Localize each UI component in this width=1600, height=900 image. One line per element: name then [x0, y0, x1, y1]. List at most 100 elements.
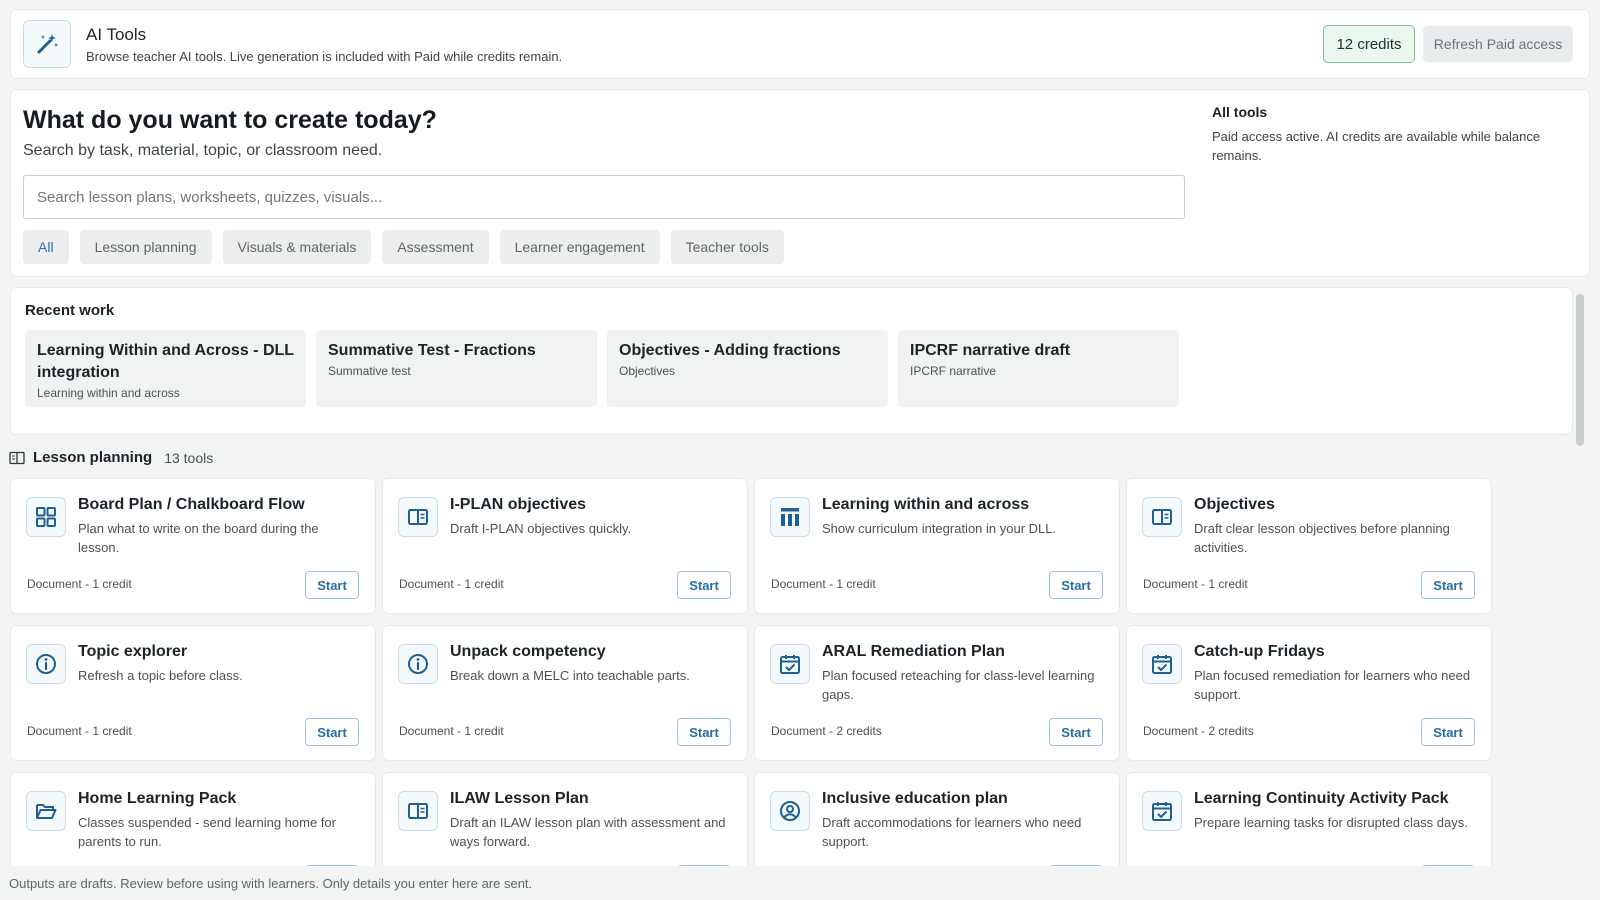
tool-name: ARAL Remediation Plan [822, 643, 1005, 660]
recent-work-item[interactable]: Learning Within and Across - DLL integra… [25, 330, 306, 407]
recent-work-panel: Recent work Learning Within and Across -… [10, 287, 1573, 435]
tool-name: ILAW Lesson Plan [450, 790, 589, 807]
chip-visuals-materials[interactable]: Visuals & materials [222, 230, 372, 264]
tool-card[interactable]: ARAL Remediation Plan Plan focused reteac… [754, 625, 1120, 761]
tool-name: Learning Continuity Activity Pack [1194, 790, 1449, 807]
chip-lesson-planning[interactable]: Lesson planning [79, 230, 212, 264]
book-open-icon [9, 451, 25, 465]
tool-name: Objectives [1194, 496, 1275, 513]
credits-badge: 12 credits [1323, 25, 1415, 63]
tool-description: Classes suspended - send learning home f… [78, 815, 336, 849]
app-header: AI Tools Browse teacher AI tools. Live g… [10, 9, 1590, 79]
search-input[interactable] [23, 175, 1185, 219]
info-icon [398, 644, 438, 684]
tool-name: Home Learning Pack [78, 790, 237, 807]
start-button[interactable]: Start [305, 865, 359, 866]
tool-name: Board Plan / Chalkboard Flow [78, 496, 305, 513]
recent-work-item[interactable]: IPCRF narrative draft IPCRF narrative [898, 330, 1179, 407]
tool-meta: Document - 2 credits [771, 724, 882, 738]
recent-work-title: IPCRF narrative draft [910, 342, 1071, 359]
page-title: What do you want to create today? [23, 106, 437, 134]
recent-work-item[interactable]: Summative Test - Fractions Summative tes… [316, 330, 597, 407]
tool-description: Draft an ILAW lesson plan with assessmen… [450, 815, 726, 849]
tool-card[interactable]: Learning within and across Show curriculu… [754, 478, 1120, 614]
tool-card[interactable]: Inclusive education plan Draft accommodat… [754, 772, 1120, 866]
start-button[interactable]: Start [1049, 718, 1103, 746]
start-button[interactable]: Start [1049, 865, 1103, 866]
book-open-icon [398, 497, 438, 537]
tool-description: Draft accommodations for learners who ne… [822, 815, 1082, 849]
tool-description: Draft I-PLAN objectives quickly. [450, 521, 632, 536]
tool-description: Plan what to write on the board during t… [78, 521, 319, 555]
user-circle-icon [770, 791, 810, 831]
tool-name: Catch-up Fridays [1194, 643, 1325, 660]
tool-meta: Document - 1 credit [399, 577, 504, 591]
tool-name: I-PLAN objectives [450, 496, 587, 513]
calendar-check-icon [770, 644, 810, 684]
calendar-check-icon [1142, 791, 1182, 831]
tool-description: Break down a MELC into teachable parts. [450, 668, 690, 683]
start-button[interactable]: Start [1421, 865, 1475, 866]
tool-description: Show curriculum integration in your DLL. [822, 521, 1057, 536]
chip-all[interactable]: All [23, 230, 69, 264]
start-button[interactable]: Start [677, 571, 731, 599]
refresh-paid-access-button[interactable]: Refresh Paid access [1423, 26, 1573, 62]
tool-card[interactable]: Home Learning Pack Classes suspended - se… [10, 772, 376, 866]
info-icon [26, 644, 66, 684]
tool-card[interactable]: Learning Continuity Activity Pack Prepare… [1126, 772, 1492, 866]
start-button[interactable]: Start [677, 865, 731, 866]
tool-meta: Document - 2 credits [1143, 724, 1254, 738]
book-open-icon [1142, 497, 1182, 537]
page-subtitle: Search by task, material, topic, or clas… [23, 142, 383, 159]
tool-card[interactable]: Unpack competency Break down a MELC into … [382, 625, 748, 761]
footer-note: Outputs are drafts. Review before using … [9, 876, 533, 891]
columns-icon [770, 497, 810, 537]
magic-wand-icon [23, 20, 71, 68]
tool-card[interactable]: I-PLAN objectives Draft I-PLAN objectives… [382, 478, 748, 614]
app-subtitle: Browse teacher AI tools. Live generation… [86, 49, 563, 64]
tool-name: Topic explorer [78, 643, 188, 660]
recent-work-subtitle: Objectives [619, 364, 676, 378]
search-panel: What do you want to create today? Search… [10, 89, 1590, 277]
folder-open-icon [26, 791, 66, 831]
start-button[interactable]: Start [677, 718, 731, 746]
recent-work-subtitle: IPCRF narrative [910, 364, 997, 378]
tool-name: Unpack competency [450, 643, 606, 660]
chip-assessment[interactable]: Assessment [382, 230, 489, 264]
start-button[interactable]: Start [305, 571, 359, 599]
tool-description: Plan focused remediation for learners wh… [1194, 668, 1471, 702]
filter-status-text: Paid access active. AI credits are avail… [1212, 129, 1541, 163]
tool-meta: Document - 1 credit [771, 577, 876, 591]
start-button[interactable]: Start [1421, 718, 1475, 746]
section-count: 13 tools [164, 449, 214, 466]
book-open-icon [398, 791, 438, 831]
tool-meta: Document - 1 credit [27, 577, 132, 591]
tool-description: Plan focused reteaching for class-level … [822, 668, 1095, 702]
tool-card[interactable]: Board Plan / Chalkboard Flow Plan what to… [10, 478, 376, 614]
recent-work-subtitle: Summative test [328, 364, 411, 378]
chip-teacher-tools[interactable]: Teacher tools [670, 230, 784, 264]
page-scrollbar[interactable] [1574, 292, 1586, 862]
recent-work-subtitle: Learning within and across [37, 386, 180, 400]
start-button[interactable]: Start [1421, 571, 1475, 599]
section-header: Lesson planning 13 tools [9, 449, 213, 466]
recent-work-list: Learning Within and Across - DLL integra… [25, 330, 1179, 407]
category-filter: All Lesson planning Visuals & materials … [23, 230, 784, 264]
tool-card[interactable]: Topic explorer Refresh a topic before cla… [10, 625, 376, 761]
recent-work-title: Objectives - Adding fractions [619, 342, 841, 359]
tool-meta: Document - 1 credit [399, 724, 504, 738]
tool-card[interactable]: Objectives Draft clear lesson objectives … [1126, 478, 1492, 614]
recent-work-item[interactable]: Objectives - Adding fractions Objectives [607, 330, 888, 407]
chip-learner-engagement[interactable]: Learner engagement [499, 230, 660, 264]
recent-work-title: Summative Test - Fractions [328, 342, 536, 359]
tool-card[interactable]: ILAW Lesson Plan Draft an ILAW lesson pla… [382, 772, 748, 866]
scrollbar-thumb[interactable] [1576, 294, 1584, 446]
tool-card[interactable]: Catch-up Fridays Plan focused remediation… [1126, 625, 1492, 761]
tool-name: Inclusive education plan [822, 790, 1008, 807]
tool-meta: Document - 1 credit [1143, 577, 1248, 591]
start-button[interactable]: Start [1049, 571, 1103, 599]
tool-grid: Board Plan / Chalkboard Flow Plan what to… [0, 470, 1570, 866]
recent-work-title: Learning Within and Across - DLL integra… [37, 342, 294, 381]
start-button[interactable]: Start [305, 718, 359, 746]
recent-work-label: Recent work [25, 302, 115, 319]
